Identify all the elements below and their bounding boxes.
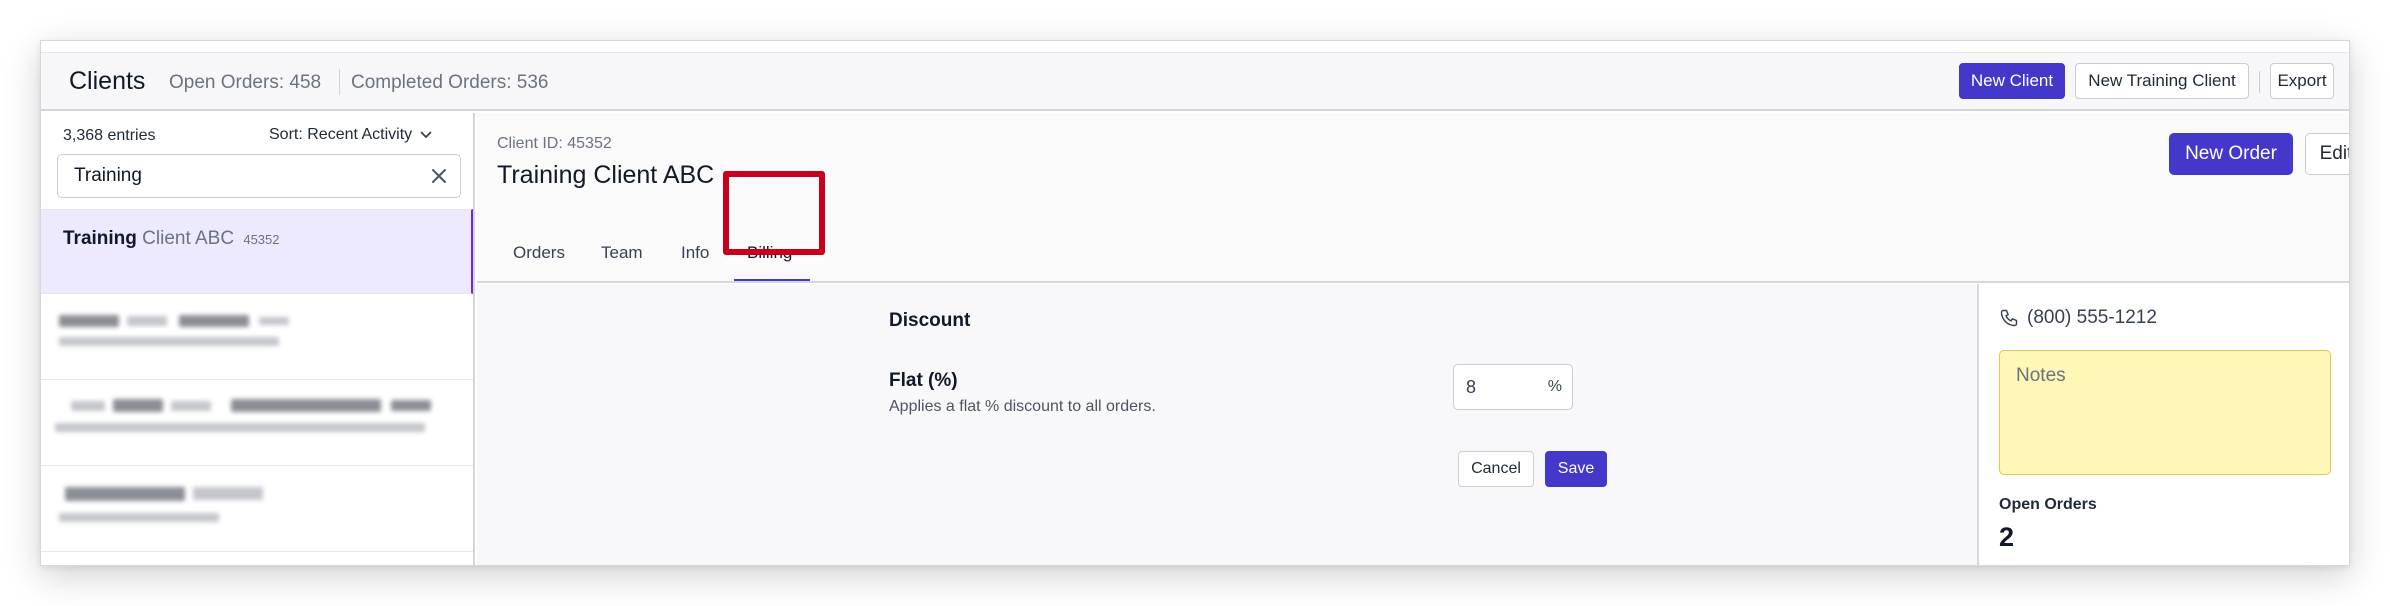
- redacted-text: [71, 401, 105, 411]
- phone-icon: [2000, 309, 2018, 327]
- completed-orders-stat: Completed Orders: 536: [351, 72, 549, 93]
- billing-panel: Discount Flat (%) Applies a flat % disco…: [477, 284, 1977, 565]
- new-training-client-button[interactable]: New Training Client: [2075, 63, 2249, 99]
- entries-count: 3,368 entries: [63, 127, 156, 144]
- redacted-text: [113, 399, 163, 412]
- flat-discount-field: %: [1453, 364, 1573, 410]
- sort-dropdown[interactable]: Sort: Recent Activity: [269, 126, 432, 144]
- open-orders-stat: Open Orders: 458: [169, 72, 322, 93]
- open-orders-value: 2: [1999, 522, 2015, 552]
- tab-orders[interactable]: Orders: [513, 243, 565, 263]
- redacted-text: [127, 316, 167, 326]
- client-list-item-active[interactable]: Training Client ABC 45352: [41, 209, 473, 294]
- client-list-item-redacted[interactable]: [41, 295, 473, 380]
- client-name-match: Training: [63, 228, 137, 249]
- sort-label: Sort: Recent Activity: [269, 126, 413, 143]
- app-header: Clients Open Orders: 458 Completed Order…: [41, 53, 2349, 111]
- flat-discount-label: Flat (%): [889, 370, 958, 391]
- client-list-item-name: Training Client ABC 45352: [63, 228, 280, 250]
- phone-number[interactable]: (800) 555-1212: [1999, 307, 2157, 329]
- cancel-button[interactable]: Cancel: [1458, 451, 1534, 487]
- search-box: [57, 154, 461, 198]
- redacted-text: [193, 487, 263, 500]
- chevron-down-icon: [420, 131, 432, 139]
- notes-textarea[interactable]: [1999, 350, 2331, 475]
- tab-team[interactable]: Team: [601, 243, 643, 263]
- client-name-title: Training Client ABC: [497, 161, 715, 189]
- header-divider: [2259, 71, 2260, 93]
- app-window: Clients Open Orders: 458 Completed Order…: [40, 40, 2350, 566]
- phone-text: (800) 555-1212: [2027, 307, 2157, 328]
- client-list-item-redacted[interactable]: [41, 381, 473, 466]
- new-order-button[interactable]: New Order: [2169, 133, 2293, 175]
- redacted-text: [59, 315, 119, 327]
- clear-search-icon[interactable]: [430, 167, 448, 185]
- new-client-button[interactable]: New Client: [1959, 63, 2065, 99]
- redacted-text: [231, 399, 381, 412]
- save-button[interactable]: Save: [1545, 451, 1607, 487]
- client-list-sidebar: 3,368 entries Sort: Recent Activity Trai…: [41, 113, 475, 565]
- flat-discount-input[interactable]: [1454, 365, 1534, 409]
- stat-divider: [339, 69, 340, 95]
- open-orders-label: Open Orders: [1999, 496, 2097, 513]
- redacted-text: [179, 315, 249, 327]
- page-title: Clients: [69, 67, 146, 95]
- discount-section-title: Discount: [889, 310, 971, 331]
- client-name-rest: Client ABC: [136, 228, 235, 249]
- client-list-item-id: 45352: [243, 232, 280, 247]
- percent-suffix: %: [1547, 378, 1562, 395]
- redacted-text: [171, 401, 211, 411]
- redacted-text: [65, 487, 185, 501]
- tab-billing[interactable]: Billing: [747, 243, 792, 263]
- edit-button[interactable]: Edit: [2305, 133, 2349, 175]
- active-tab-indicator: [734, 279, 810, 281]
- tab-info[interactable]: Info: [681, 243, 709, 263]
- client-list-item-redacted[interactable]: [41, 467, 473, 552]
- client-info-aside: (800) 555-1212 Open Orders 2: [1977, 284, 2349, 565]
- redacted-text: [391, 400, 431, 411]
- redacted-text: [55, 423, 425, 432]
- window-top-strip: [41, 41, 2349, 53]
- redacted-text: [59, 337, 279, 346]
- search-input[interactable]: [58, 155, 408, 197]
- flat-discount-help: Applies a flat % discount to all orders.: [889, 398, 1156, 415]
- client-id: Client ID: 45352: [497, 135, 612, 152]
- redacted-text: [59, 513, 219, 522]
- export-button[interactable]: Export: [2270, 63, 2334, 99]
- client-detail-header: Client ID: 45352 Training Client ABC New…: [477, 113, 2349, 283]
- redacted-text: [259, 317, 289, 325]
